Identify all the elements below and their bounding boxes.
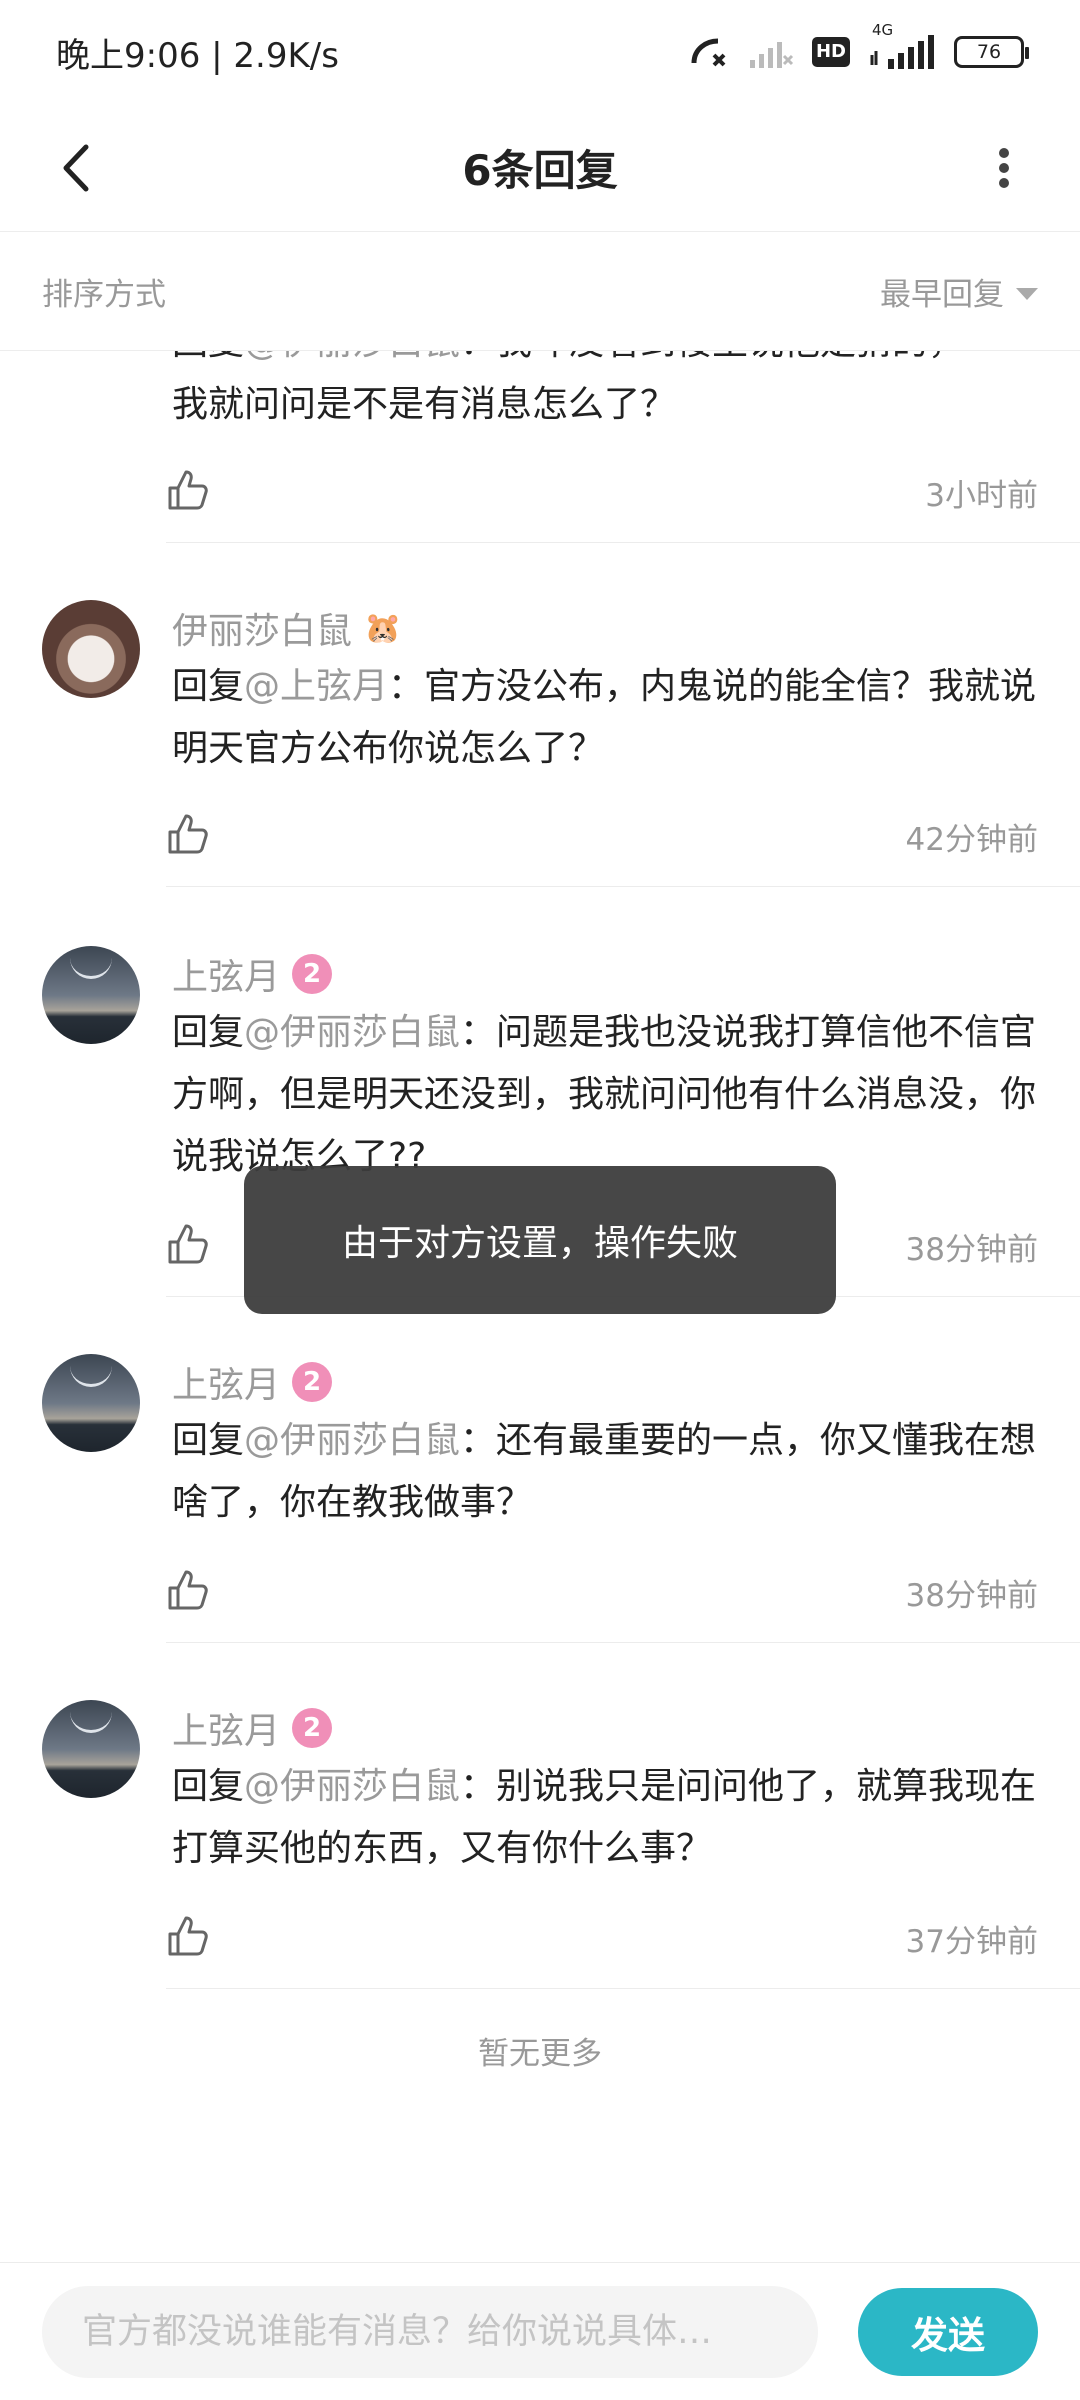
more-vertical-icon	[999, 148, 1009, 188]
reply-time: 37分钟前	[905, 1924, 1038, 1960]
app-screen: 晚上9:06 | 2.9K/s HD 4G 76 6条回复 排序方式 最早回复 …	[0, 0, 1080, 2400]
call-missed-icon	[690, 35, 730, 69]
reply-input-bar: 发送	[0, 2262, 1080, 2400]
reply-prefix: 回复	[172, 1420, 245, 1461]
page-title: 6条回复	[462, 146, 618, 195]
divider	[166, 1988, 1080, 1989]
user-level-badge: 2	[292, 1362, 333, 1402]
no-more-text: 暂无更多	[478, 2036, 602, 2072]
reply-text-body: 我就问问是不是有消息怎么了？	[172, 384, 677, 425]
toast-message: 由于对方设置，操作失败	[341, 1223, 738, 1264]
reply-author[interactable]: 伊丽莎白鼠 🐹	[172, 602, 401, 654]
like-button[interactable]	[166, 1222, 210, 1266]
reply-text: 回复@伊丽莎白鼠：还有最重要的一点，你又懂我在想啥了，你在教我做事？	[172, 1410, 1044, 1534]
fan-medal-icon: 🐹	[364, 610, 402, 646]
cellular-signal-icon: 4G	[868, 21, 936, 69]
mention-link[interactable]: @伊丽莎白鼠	[244, 1012, 460, 1053]
mention-link[interactable]: @伊丽莎白鼠	[244, 1420, 460, 1461]
reply-input[interactable]	[42, 2285, 818, 2378]
battery-level: 76	[976, 41, 1002, 63]
top-app-bar: 6条回复	[0, 104, 1080, 232]
like-button[interactable]	[166, 1568, 210, 1612]
reply-prefix: 回复	[172, 1766, 245, 1807]
error-toast: 由于对方设置，操作失败	[244, 1166, 836, 1314]
author-name: 上弦月	[172, 957, 281, 998]
avatar[interactable]	[42, 946, 140, 1044]
reply-author[interactable]: 上弦月 2	[172, 948, 333, 1000]
status-bar: 晚上9:06 | 2.9K/s HD 4G 76	[0, 0, 1080, 104]
reply-time: 3小时前	[925, 478, 1038, 514]
caret-down-icon	[1016, 287, 1038, 300]
battery-icon: 76	[954, 36, 1029, 68]
author-name: 上弦月	[172, 1711, 281, 1752]
reply-time: 38分钟前	[905, 1578, 1038, 1614]
sort-label: 排序方式	[42, 277, 166, 313]
reply-prefix: 回复	[172, 1012, 245, 1053]
wifi-signal-weak-icon	[748, 36, 794, 68]
reply-time: 38分钟前	[905, 1232, 1038, 1268]
thumbs-up-icon	[168, 814, 208, 854]
author-name: 上弦月	[172, 1365, 281, 1406]
reply-author[interactable]: 上弦月 2	[172, 1356, 333, 1408]
mention-link[interactable]: @上弦月	[244, 666, 388, 707]
user-level-badge: 2	[292, 1708, 333, 1748]
reply-text: 回复@上弦月：官方没公布，内鬼说的能全信？我就说明天官方公布你说怎么了？	[172, 656, 1044, 780]
user-level-badge: 2	[292, 954, 333, 994]
sort-value: 最早回复	[880, 277, 1004, 313]
sort-dropdown[interactable]: 最早回复	[880, 269, 1038, 314]
mention-link[interactable]: @伊丽莎白鼠	[244, 1766, 460, 1807]
send-button[interactable]: 发送	[858, 2287, 1038, 2376]
like-button[interactable]	[166, 812, 210, 856]
back-button[interactable]	[40, 132, 112, 204]
reply-text: 回复@伊丽莎白鼠：问题是我也没说我打算信他不信官方啊，但是明天还没到，我就问问他…	[172, 1002, 1044, 1188]
avatar[interactable]	[42, 1354, 140, 1452]
reply-text: 回复@伊丽莎白鼠：别说我只是问问他了，就算我现在打算买他的东西，又有你什么事？	[172, 1756, 1044, 1880]
like-button[interactable]	[166, 1914, 210, 1958]
reply-prefix: 回复	[172, 666, 245, 707]
reply-author[interactable]: 上弦月 2	[172, 1702, 333, 1754]
status-icons: HD 4G 76	[690, 21, 1029, 69]
divider	[166, 886, 1080, 887]
divider	[166, 542, 1080, 543]
more-options-button[interactable]	[968, 132, 1040, 204]
sort-bar: 排序方式 最早回复	[0, 233, 1080, 351]
divider	[166, 1642, 1080, 1643]
reply-time: 42分钟前	[905, 822, 1038, 858]
thumbs-up-icon	[168, 1570, 208, 1610]
network-type-label: 4G	[872, 21, 894, 39]
reply-item: 上弦月 2 回复@伊丽莎白鼠：别说我只是问问他了，就算我现在打算买他的东西，又有…	[0, 1680, 1080, 2020]
thumbs-up-icon	[168, 1916, 208, 1956]
author-name: 伊丽莎白鼠	[172, 611, 353, 652]
thumbs-up-icon	[168, 470, 208, 510]
thumbs-up-icon	[168, 1224, 208, 1264]
like-button[interactable]	[166, 468, 210, 512]
reply-item: 上弦月 2 回复@伊丽莎白鼠：还有最重要的一点，你又懂我在想啥了，你在教我做事？…	[0, 1334, 1080, 1674]
reply-item: 伊丽莎白鼠 🐹 回复@上弦月：官方没公布，内鬼说的能全信？我就说明天官方公布你说…	[0, 582, 1080, 912]
chevron-left-icon	[63, 144, 89, 192]
status-time: 晚上9:06 | 2.9K/s	[56, 35, 339, 76]
hd-icon: HD	[811, 37, 850, 67]
avatar[interactable]	[42, 1700, 140, 1798]
avatar[interactable]	[42, 600, 140, 698]
